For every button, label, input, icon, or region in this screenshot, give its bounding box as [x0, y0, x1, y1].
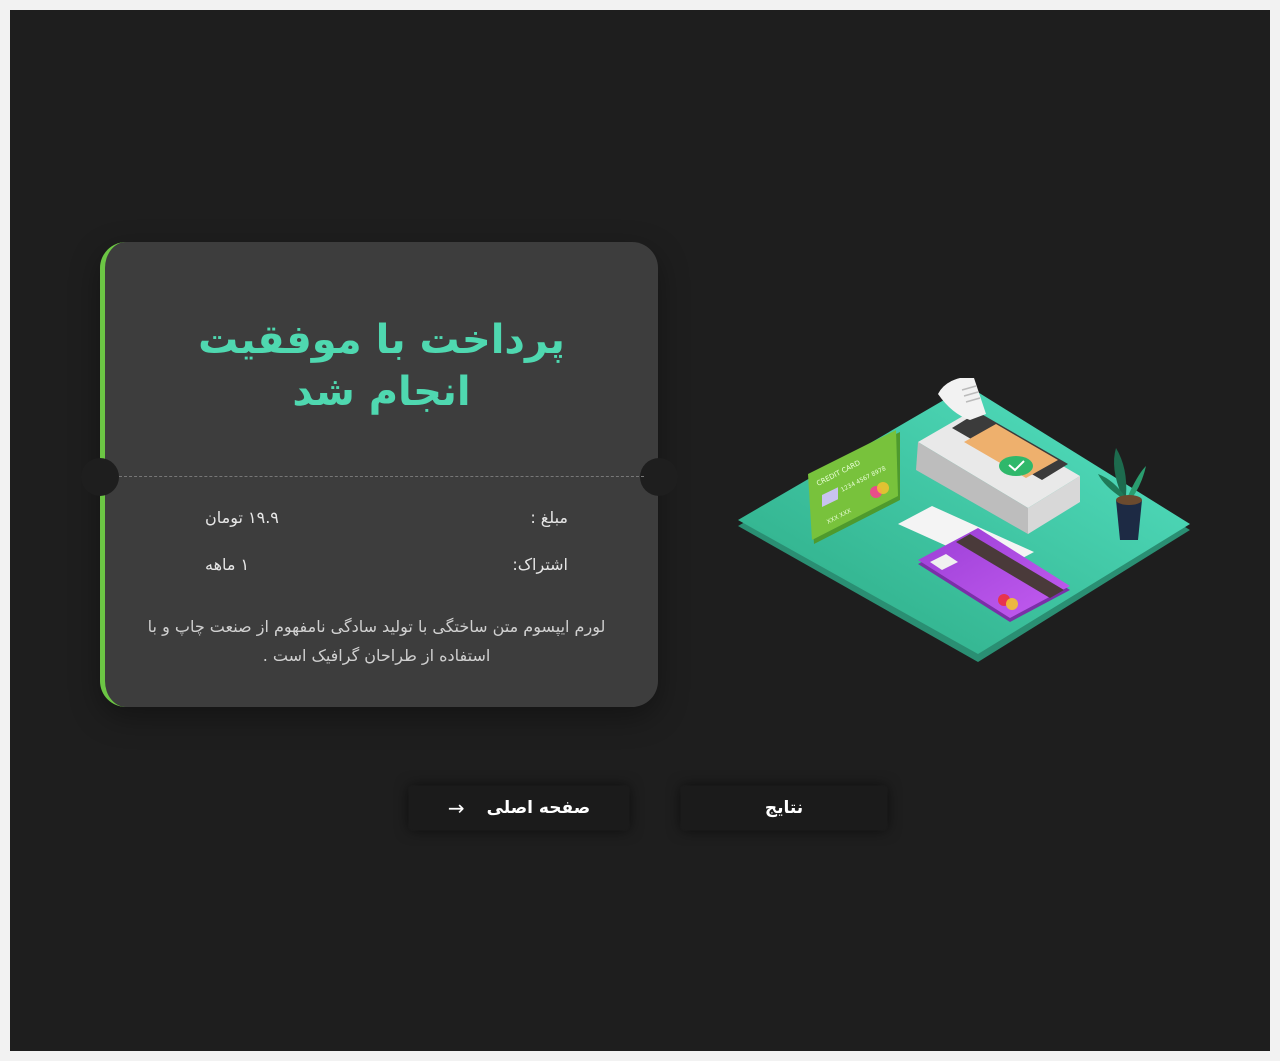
subscription-label: اشتراک: [512, 555, 568, 574]
subscription-value: ۱ ماهه [205, 555, 250, 574]
home-button[interactable]: صفحه اصلی → [409, 786, 629, 830]
success-title-line2: انجام شد [292, 369, 471, 415]
ticket-dashed-divider [119, 476, 644, 477]
check-circle-icon [999, 456, 1033, 476]
success-title-line1: پرداخت با موفقیت [198, 317, 565, 363]
arrow-right-icon: → [447, 796, 465, 820]
ticket-notch-left [81, 458, 119, 496]
payment-illustration: CREDIT CARD 1234 4567 8978 XXX XXX [738, 378, 1190, 662]
amount-row: مبلغ : ۱۹.۹ تومان [205, 508, 568, 532]
home-button-label: صفحه اصلی [486, 798, 591, 818]
success-title: پرداخت با موفقیت انجام شد [145, 314, 618, 418]
payment-ticket-card: پرداخت با موفقیت انجام شد مبلغ : ۱۹.۹ تو… [81, 242, 678, 707]
results-button[interactable]: نتایج [681, 786, 887, 830]
amount-value: ۱۹.۹ تومان [205, 508, 279, 527]
ticket-notch-right [640, 458, 678, 496]
results-button-label: نتایج [764, 798, 804, 818]
page-frame: پرداخت با موفقیت انجام شد مبلغ : ۱۹.۹ تو… [10, 10, 1270, 1051]
amount-label: مبلغ : [530, 508, 568, 527]
subscription-row: اشتراک: ۱ ماهه [205, 555, 568, 579]
ticket-description: لورم ایپسوم متن ساختگی با تولید سادگی نا… [147, 617, 606, 665]
